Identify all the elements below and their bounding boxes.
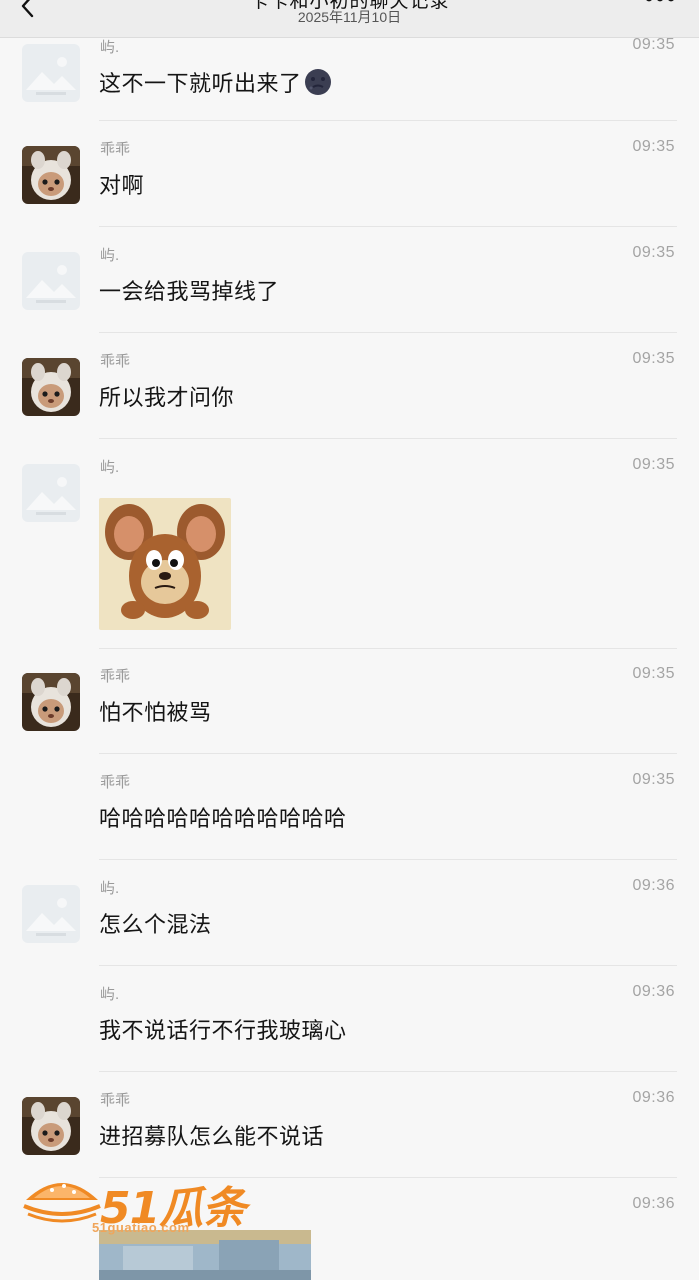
message-time: 09:35 (632, 456, 675, 473)
image-placeholder-icon (22, 885, 80, 943)
image-placeholder-icon (22, 252, 80, 310)
message-time: 09:35 (632, 138, 675, 155)
mouse-avatar-icon (22, 1097, 80, 1155)
avatar[interactable] (22, 464, 80, 522)
avatar[interactable] (22, 358, 80, 416)
mouse-avatar-icon (22, 358, 80, 416)
sender-name: 屿. (100, 247, 120, 264)
divider (99, 120, 677, 121)
divider (99, 965, 677, 966)
more-options-icon[interactable] (643, 0, 677, 8)
sender-name: 屿. (100, 986, 120, 1003)
message-text: 所以我才问你 (99, 385, 235, 410)
sender-name: 乖乖 (100, 1092, 131, 1109)
divider (99, 438, 677, 439)
message-text-content: 这不一下就听出来了 (99, 71, 302, 96)
header-bar: 卡卡和小初的聊天记录 2025年11月10日 (0, 0, 699, 38)
sender-name: 屿. (100, 39, 120, 56)
message-time: 09:35 (632, 244, 675, 261)
message-text: 一会给我骂掉线了 (99, 279, 280, 304)
sender-name: 屿. (100, 459, 120, 476)
message-time: 09:35 (632, 350, 675, 367)
message-time: 09:35 (632, 771, 675, 788)
avatar[interactable] (22, 1097, 80, 1155)
chat-history-screen: 卡卡和小初的聊天记录 2025年11月10日 屿. 09:35 这不一下就听出来… (0, 0, 699, 1280)
sender-name: 乖乖 (100, 774, 131, 791)
avatar[interactable] (22, 146, 80, 204)
jerry-mouse-sticker[interactable] (99, 498, 231, 630)
sender-name: 乖乖 (100, 668, 131, 685)
divider (99, 753, 677, 754)
divider (99, 859, 677, 860)
message-text: 对啊 (99, 173, 145, 198)
image-placeholder-icon (22, 44, 80, 102)
divider (99, 648, 677, 649)
message-text: 哈哈哈哈哈哈哈哈哈哈哈 (99, 806, 347, 831)
divider (99, 332, 677, 333)
sender-name: 乖乖 (100, 353, 131, 370)
mouse-avatar-icon (22, 673, 80, 731)
header-date: 2025年11月10日 (297, 9, 402, 25)
avatar[interactable] (22, 44, 80, 102)
avatar[interactable] (22, 673, 80, 731)
image-placeholder-icon (22, 464, 80, 522)
watermelon-logo-icon (23, 1183, 101, 1223)
message-time: 09:36 (632, 1195, 675, 1212)
avatar[interactable] (22, 252, 80, 310)
avatar[interactable] (22, 885, 80, 943)
message-text: 进招募队怎么能不说话 (99, 1124, 325, 1149)
sender-name: 乖乖 (100, 141, 131, 158)
message-time: 09:35 (632, 36, 675, 53)
divider (99, 1071, 677, 1072)
message-text: 我不说话行不行我玻璃心 (99, 1018, 347, 1043)
watermark-logo: 51瓜条 51guatiao.com (22, 1172, 252, 1236)
message-text: 这不一下就听出来了 (99, 66, 332, 98)
cartoon-room-image[interactable] (99, 1230, 311, 1280)
message-text: 怎么个混法 (99, 912, 212, 937)
message-time: 09:36 (632, 877, 675, 894)
message-time: 09:35 (632, 665, 675, 682)
message-text: 怕不怕被骂 (99, 700, 212, 725)
divider (99, 226, 677, 227)
watermark-url: 51guatiao.com (92, 1220, 190, 1235)
message-time: 09:36 (632, 1089, 675, 1106)
mouse-avatar-icon (22, 146, 80, 204)
message-time: 09:36 (632, 983, 675, 1000)
dark-moon-face-icon (304, 69, 331, 95)
sender-name: 屿. (100, 880, 120, 897)
